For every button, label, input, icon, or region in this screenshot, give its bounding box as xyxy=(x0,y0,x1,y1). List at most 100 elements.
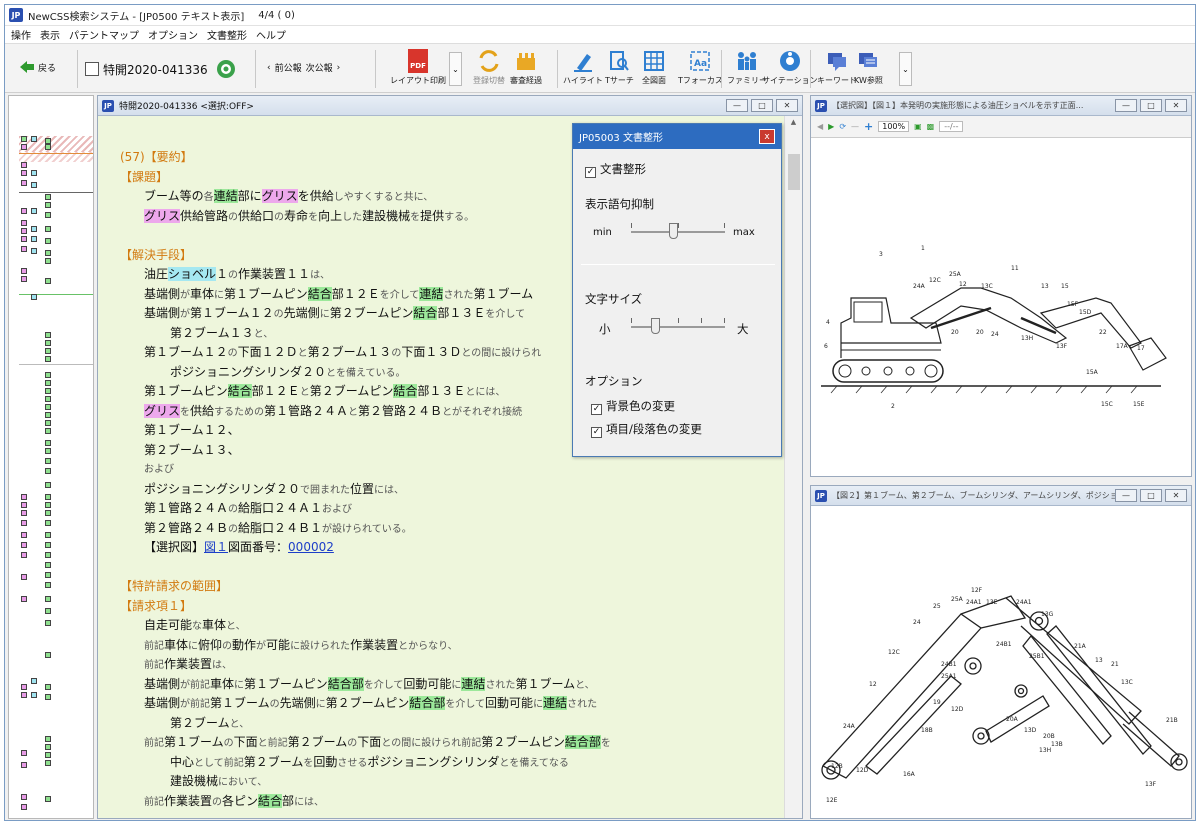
keyword-label: キーワード xyxy=(817,76,857,85)
fig2-close-button[interactable]: ✕ xyxy=(1165,489,1187,502)
svg-text:25A: 25A xyxy=(951,596,964,603)
dialog-titlebar: JP05003 文書整形 x xyxy=(573,124,781,149)
hit-marker xyxy=(45,608,51,614)
fig2-minimize-button[interactable]: — xyxy=(1115,489,1137,502)
svg-text:20B: 20B xyxy=(1043,733,1055,740)
doc-search-icon xyxy=(607,49,631,73)
format-checkbox[interactable]: ✓ xyxy=(585,167,596,178)
hit-marker xyxy=(21,520,27,526)
zoom-level[interactable]: 100% xyxy=(878,121,910,132)
hit-marker xyxy=(45,440,51,446)
claims-heading: 【特許請求の範囲】 xyxy=(120,579,229,593)
fig1-minimize-button[interactable]: — xyxy=(1115,99,1137,112)
svg-text:25B1: 25B1 xyxy=(1029,653,1045,660)
svg-text:12D: 12D xyxy=(951,706,964,713)
hit-marker xyxy=(45,226,51,232)
export-icon[interactable]: ▩ xyxy=(927,122,935,131)
menu-view[interactable]: 表示 xyxy=(40,27,60,42)
keyword-button[interactable]: キーワード xyxy=(817,49,857,86)
prev-doc-button[interactable]: 前公報 xyxy=(275,61,302,74)
font-size-slider-thumb[interactable] xyxy=(650,318,660,334)
item-color-option-row[interactable]: ✓ 項目/段落色の変更 xyxy=(591,421,702,438)
prev-chevron-icon[interactable]: ‹ xyxy=(267,63,271,73)
text-minimize-button[interactable]: — xyxy=(726,99,748,112)
font-size-slider[interactable] xyxy=(631,316,725,336)
kw-ref-label: KW参照 xyxy=(854,76,883,85)
register-toggle-label: 登録切替 xyxy=(473,76,505,85)
print-dropdown-icon[interactable]: ⌄ xyxy=(449,52,462,86)
format-checkbox-row[interactable]: ✓ 文書整形 xyxy=(585,161,646,178)
figure-page-field[interactable]: --/-- xyxy=(939,121,964,132)
bg-color-checkbox[interactable]: ✓ xyxy=(591,404,602,415)
prev-figure-icon[interactable]: ◀ xyxy=(817,122,823,131)
hit-marker xyxy=(45,684,51,690)
figure-1-logo-icon: JP xyxy=(815,99,827,112)
svg-text:13F: 13F xyxy=(1145,781,1157,788)
toolbar-overflow-icon[interactable]: ⌄ xyxy=(899,52,912,86)
text-scrollbar[interactable]: ▲ xyxy=(784,116,802,818)
hit-marker xyxy=(21,804,27,810)
text-close-button[interactable]: ✕ xyxy=(776,99,798,112)
kw-ref-button[interactable]: KW参照 xyxy=(854,49,883,86)
grid-icon xyxy=(642,49,666,73)
t-focus-button[interactable]: Aa Tフォーカス xyxy=(678,49,723,86)
figure-number-link[interactable]: 000002 xyxy=(288,540,334,554)
rotate-icon[interactable]: ⟳ xyxy=(839,122,846,131)
hit-marker xyxy=(45,250,51,256)
doc-select[interactable]: 特開2020-041336 xyxy=(85,59,236,79)
doc-checkbox[interactable] xyxy=(85,62,99,76)
zoom-out-icon[interactable]: — xyxy=(851,122,859,131)
menu-option[interactable]: オプション xyxy=(148,27,198,42)
refresh-disc-icon[interactable] xyxy=(216,59,236,79)
svg-text:16A: 16A xyxy=(903,771,916,778)
svg-text:25A1: 25A1 xyxy=(941,673,957,680)
item-color-checkbox[interactable]: ✓ xyxy=(591,427,602,438)
family-button[interactable]: ファミリー xyxy=(727,49,767,86)
dialog-title: JP05003 文書整形 xyxy=(579,133,663,144)
scroll-thumb[interactable] xyxy=(788,154,800,190)
bg-color-option-row[interactable]: ✓ 背景色の変更 xyxy=(591,398,675,415)
register-toggle-button[interactable]: 登録切替 xyxy=(473,49,505,86)
figure-2-title: 【図２】第１ブーム、第２ブーム、ブームシリンダ、アームシリンダ、ポジショ... xyxy=(832,491,1126,500)
suppress-slider-thumb[interactable] xyxy=(669,223,679,239)
font-large-label: 大 xyxy=(737,322,749,336)
dialog-divider xyxy=(581,264,775,265)
exam-history-button[interactable]: 審査経過 xyxy=(510,49,542,86)
hit-marker xyxy=(31,692,37,698)
layout-print-button[interactable]: PDF レイアウト印刷 xyxy=(390,49,446,86)
suppress-slider[interactable] xyxy=(631,221,725,241)
menu-format[interactable]: 文書整形 xyxy=(207,27,247,42)
hit-marker xyxy=(21,144,27,150)
menu-help[interactable]: ヘルプ xyxy=(256,27,286,42)
back-button[interactable]: 戻る xyxy=(19,60,56,74)
camera-icon[interactable]: ▣ xyxy=(914,122,922,131)
text-maximize-button[interactable]: □ xyxy=(751,99,773,112)
fig1-close-button[interactable]: ✕ xyxy=(1165,99,1187,112)
figure-1-link[interactable]: 図１ xyxy=(204,540,228,554)
all-figures-button[interactable]: 全図面 xyxy=(642,49,666,86)
hit-marker xyxy=(45,736,51,742)
next-chevron-icon[interactable]: › xyxy=(337,63,341,73)
app-window: JP NewCSS検索システム - [JP0500 テキスト表示] 4/4 ( … xyxy=(4,4,1196,821)
scroll-up-icon[interactable]: ▲ xyxy=(785,118,802,126)
hit-marker xyxy=(45,502,51,508)
hit-marker xyxy=(21,510,27,516)
next-figure-icon[interactable]: ▶ xyxy=(828,122,834,131)
svg-text:Aa: Aa xyxy=(694,59,707,69)
highlight-button[interactable]: ハイライト xyxy=(563,49,603,86)
svg-text:12B: 12B xyxy=(831,763,843,770)
hit-map-panel[interactable] xyxy=(8,95,94,819)
hit-marker xyxy=(45,482,51,488)
hit-marker xyxy=(45,412,51,418)
menu-operate[interactable]: 操作 xyxy=(11,27,31,42)
t-search-button[interactable]: Tサーチ xyxy=(605,49,634,86)
zoom-in-icon[interactable]: + xyxy=(864,120,873,133)
fig2-maximize-button[interactable]: □ xyxy=(1140,489,1162,502)
next-doc-button[interactable]: 次公報 xyxy=(306,61,333,74)
dialog-close-button[interactable]: x xyxy=(759,129,775,144)
menu-patent-map[interactable]: パテントマップ xyxy=(69,27,139,42)
fig1-maximize-button[interactable]: □ xyxy=(1140,99,1162,112)
svg-text:20A: 20A xyxy=(1006,716,1019,723)
hit-marker xyxy=(21,236,27,242)
svg-text:24: 24 xyxy=(913,619,921,626)
